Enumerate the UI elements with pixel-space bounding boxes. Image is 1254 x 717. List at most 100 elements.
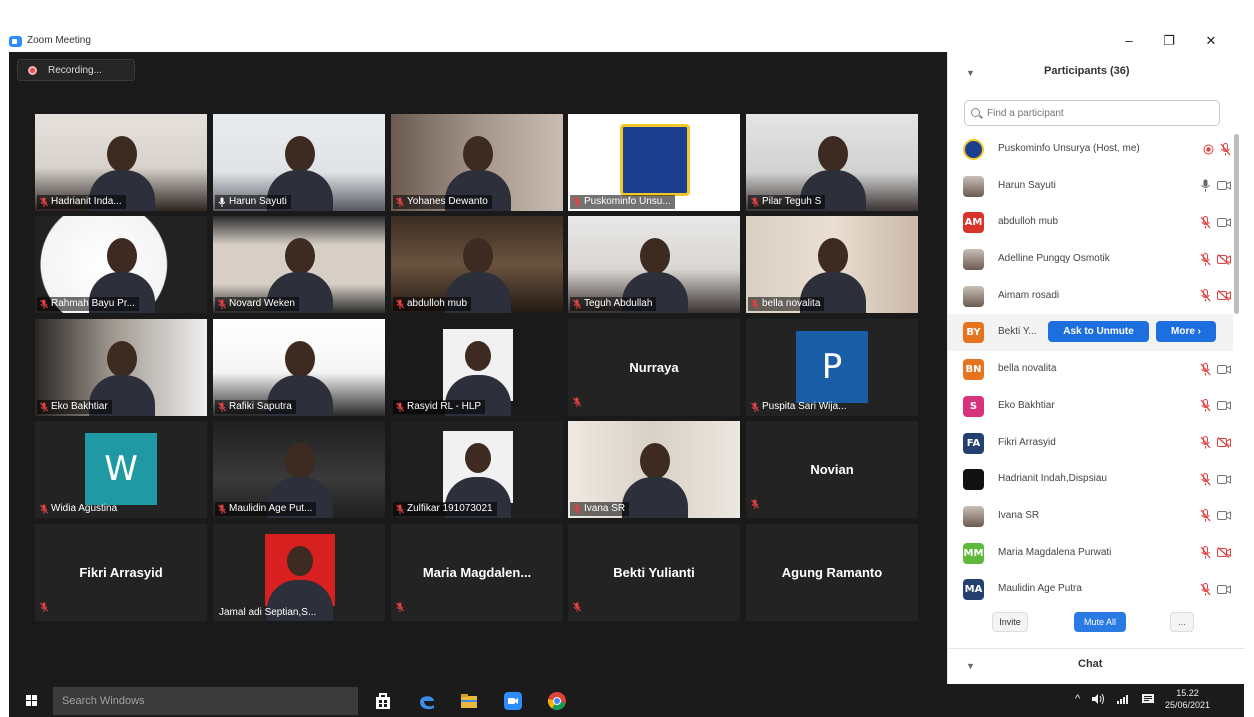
- camera-off-icon[interactable]: [1217, 547, 1231, 559]
- more-options-button[interactable]: ...: [1170, 612, 1194, 632]
- participant-video-tile[interactable]: P Puspita Sari Wija...: [746, 319, 918, 416]
- participant-search-input[interactable]: [964, 100, 1220, 126]
- restore-button[interactable]: ❐: [1154, 30, 1184, 52]
- participant-video-tile[interactable]: Ivana SR: [568, 421, 740, 518]
- notification-icon[interactable]: [1141, 693, 1155, 705]
- participant-more-button[interactable]: More ›: [1156, 321, 1216, 343]
- mic-icon[interactable]: [1200, 179, 1211, 192]
- chat-section-header[interactable]: ▼ Chat: [948, 648, 1245, 684]
- participant-row[interactable]: BY Bekti Y... Ask to Unmute More ›: [948, 314, 1233, 352]
- mic-muted-icon[interactable]: [1200, 252, 1211, 266]
- mute-all-button[interactable]: Mute All: [1074, 612, 1126, 632]
- mic-muted-icon[interactable]: [1200, 399, 1211, 412]
- store-icon[interactable]: [373, 691, 393, 711]
- participant-row[interactable]: Hadrianit Indah,Dispsiau: [948, 461, 1233, 498]
- camera-icon[interactable]: [1217, 364, 1231, 375]
- recording-indicator[interactable]: Recording...: [17, 59, 135, 81]
- windows-start-icon[interactable]: [26, 695, 38, 707]
- participant-video-tile[interactable]: Hadrianit Inda...: [35, 114, 207, 211]
- participant-row[interactable]: FA Fikri Arrasyid: [948, 425, 1233, 462]
- participant-video-tile[interactable]: abdulloh mub: [391, 216, 563, 313]
- participant-video-tile[interactable]: Bekti Yulianti: [568, 524, 740, 621]
- mic-off-icon: [40, 197, 48, 207]
- participant-status-icons: [1200, 546, 1231, 560]
- volume-icon[interactable]: [1091, 693, 1105, 705]
- participant-video-tile[interactable]: Puskominfo Unsu...: [568, 114, 740, 211]
- camera-icon[interactable]: [1217, 400, 1231, 411]
- edge-browser-icon[interactable]: [417, 691, 437, 711]
- participant-video-tile[interactable]: Jamal adi Septian,S...: [213, 524, 385, 621]
- participant-video-tile[interactable]: Maulidin Age Put...: [213, 421, 385, 518]
- ask-to-unmute-button[interactable]: Ask to Unmute: [1048, 321, 1149, 343]
- participant-name-label: Puskominfo Unsu...: [570, 195, 675, 209]
- mic-muted-icon[interactable]: [1200, 362, 1211, 376]
- mic-muted-icon[interactable]: [1200, 582, 1211, 596]
- participant-row[interactable]: MA Maulidin Age Putra: [948, 571, 1233, 608]
- participant-video-tile[interactable]: Novard Weken: [213, 216, 385, 313]
- tray-expand-icon[interactable]: ^: [1075, 693, 1080, 705]
- file-explorer-icon[interactable]: [459, 691, 479, 711]
- participant-avatar: S: [963, 395, 984, 417]
- camera-icon[interactable]: [1217, 584, 1231, 595]
- participant-row[interactable]: AM abdulloh mub: [948, 204, 1233, 241]
- network-icon[interactable]: [1116, 693, 1130, 705]
- close-button[interactable]: ✕: [1196, 30, 1226, 52]
- windows-search-box[interactable]: Search Windows: [53, 687, 358, 715]
- collapse-chevron-icon[interactable]: ▼: [966, 68, 975, 78]
- mic-muted-icon[interactable]: [1200, 546, 1211, 559]
- camera-off-icon[interactable]: [1217, 437, 1231, 448]
- participant-video-tile[interactable]: bella novalita: [746, 216, 918, 313]
- invite-button[interactable]: Invite: [992, 612, 1028, 632]
- mic-muted-icon[interactable]: [1200, 472, 1211, 486]
- camera-icon[interactable]: [1217, 510, 1231, 521]
- participant-video-tile[interactable]: Pilar Teguh S: [746, 114, 918, 211]
- participant-video-tile[interactable]: Zulfikar 191073021: [391, 421, 563, 518]
- zoom-taskbar-icon[interactable]: [503, 691, 523, 711]
- mic-muted-icon[interactable]: [1220, 142, 1231, 156]
- participant-row[interactable]: BN bella novalita: [948, 351, 1233, 388]
- participant-video-tile[interactable]: Rahmah Bayu Pr...: [35, 216, 207, 313]
- participant-video-tile[interactable]: Yohanes Dewanto: [391, 114, 563, 211]
- participant-video-tile[interactable]: W Widia Agustina: [35, 421, 207, 518]
- participant-row[interactable]: Adelline Pungqy Osmotik: [948, 241, 1233, 278]
- participant-list-name: Puskominfo Unsurya (Host, me): [998, 143, 1140, 154]
- participant-row[interactable]: Harun Sayuti: [948, 168, 1233, 205]
- system-tray[interactable]: ^: [1075, 693, 1155, 705]
- mic-muted-icon[interactable]: [1200, 289, 1211, 302]
- participant-video-tile[interactable]: Nurraya: [568, 319, 740, 416]
- mic-off-indicator: [396, 599, 404, 617]
- camera-icon[interactable]: [1217, 474, 1231, 485]
- participant-status-icons: [1200, 472, 1231, 486]
- participant-video-tile[interactable]: Agung Ramanto: [746, 524, 918, 621]
- mic-off-indicator: [573, 599, 581, 617]
- participant-list-name: Maulidin Age Putra: [998, 583, 1082, 595]
- mic-muted-icon[interactable]: [1200, 215, 1211, 229]
- participant-video-tile[interactable]: Rasyid RL - HLP: [391, 319, 563, 416]
- participant-video-tile[interactable]: Maria Magdalen...: [391, 524, 563, 621]
- participant-list-scrollbar[interactable]: [1234, 134, 1239, 314]
- participant-name-label: Teguh Abdullah: [570, 297, 657, 311]
- camera-off-icon[interactable]: [1217, 253, 1231, 265]
- participant-video-tile[interactable]: Eko Bakhtiar: [35, 319, 207, 416]
- participant-video-tile[interactable]: Novian: [746, 421, 918, 518]
- participant-row[interactable]: MM Maria Magdalena Purwati: [948, 535, 1233, 572]
- participant-video-tile[interactable]: Teguh Abdullah: [568, 216, 740, 313]
- camera-icon[interactable]: [1217, 180, 1231, 191]
- participant-video-tile[interactable]: Fikri Arrasyid: [35, 524, 207, 621]
- participant-row[interactable]: S Eko Bakhtiar: [948, 388, 1233, 425]
- camera-off-icon[interactable]: [1217, 290, 1231, 302]
- minimize-button[interactable]: –: [1114, 30, 1144, 52]
- participant-video-tile[interactable]: Rafiki Saputra: [213, 319, 385, 416]
- participant-name-label: Rasyid RL - HLP: [393, 400, 486, 414]
- participant-video-tile[interactable]: Harun Sayuti: [213, 114, 385, 211]
- chat-chevron-icon[interactable]: ▼: [966, 661, 975, 671]
- camera-icon[interactable]: [1217, 217, 1231, 228]
- mic-muted-icon[interactable]: [1200, 436, 1211, 449]
- taskbar-clock[interactable]: 15.22 25/06/2021: [1165, 687, 1210, 711]
- mic-off-icon: [218, 299, 226, 309]
- participant-row[interactable]: Aimam rosadi: [948, 278, 1233, 315]
- participant-row[interactable]: Ivana SR: [948, 498, 1233, 535]
- mic-muted-icon[interactable]: [1200, 509, 1211, 522]
- participant-row[interactable]: Puskominfo Unsurya (Host, me): [948, 131, 1233, 168]
- chrome-icon[interactable]: [547, 691, 567, 711]
